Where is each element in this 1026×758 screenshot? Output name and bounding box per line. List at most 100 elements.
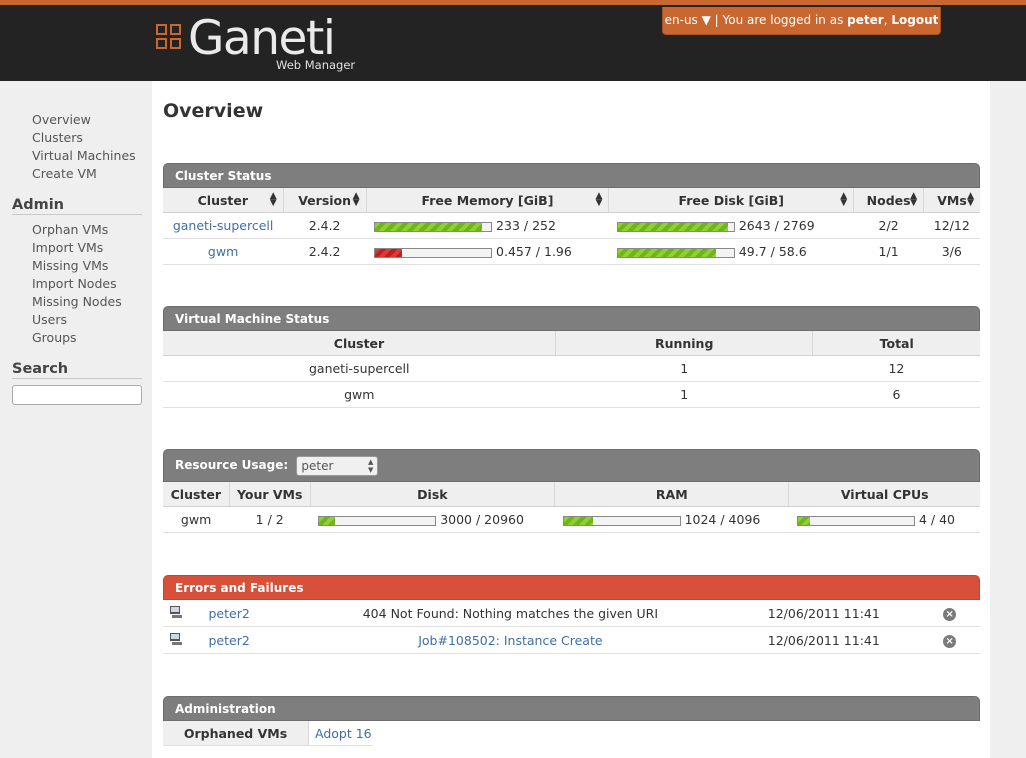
col-version[interactable]: Version ▲ ▼: [283, 188, 367, 213]
disk-bar: [616, 221, 735, 232]
col-free-disk[interactable]: Free Disk [GiB] ▲ ▼: [608, 188, 855, 213]
errors-panel: Errors and Failures peter2 404 Not Found…: [163, 575, 980, 654]
job-link[interactable]: Job#108502: Instance Create: [418, 633, 602, 648]
logged-in-text: | You are logged in as: [714, 13, 844, 27]
version-cell: 2.4.2: [283, 212, 367, 239]
col-your-vms: Your VMs: [229, 482, 311, 507]
table-row: peter2 404 Not Found: Nothing matches th…: [163, 600, 980, 627]
col-cluster[interactable]: Cluster ▲ ▼: [163, 188, 284, 213]
dismiss-error-icon[interactable]: ×: [943, 608, 957, 621]
disk-cell: 3000 / 20960: [310, 506, 555, 533]
search-heading: Search: [12, 361, 142, 379]
col-cluster: Cluster: [163, 482, 230, 507]
nav-orphan-vms[interactable]: Orphan VMs: [32, 222, 108, 237]
resource-usage-title: Resource Usage:: [175, 458, 289, 472]
sort-icon[interactable]: ▲ ▼: [270, 192, 277, 208]
vms-cell: 12/12: [923, 212, 980, 239]
sort-icon[interactable]: ▲ ▼: [967, 192, 974, 208]
logo-subtitle: Web Manager: [276, 58, 356, 72]
nav-import-vms[interactable]: Import VMs: [32, 240, 103, 255]
table-row: Orphaned VMs Adopt 16: [163, 721, 373, 746]
dismiss-error-icon[interactable]: ×: [943, 635, 957, 648]
total-cell: 12: [812, 355, 980, 382]
col-cluster: Cluster: [163, 331, 556, 356]
col-ram: RAM: [554, 482, 790, 507]
vm-status-panel: Virtual Machine Status Cluster Running T…: [163, 306, 980, 408]
nav-users[interactable]: Users: [32, 312, 67, 327]
cluster-link[interactable]: ganeti-supercell: [173, 218, 274, 233]
resource-usage-table: Cluster Your VMs Disk RAM Virtual CPUs g…: [163, 482, 980, 533]
username: peter: [847, 13, 884, 27]
nav-missing-vms[interactable]: Missing VMs: [32, 258, 108, 273]
col-free-memory[interactable]: Free Memory [GiB] ▲ ▼: [366, 188, 610, 213]
memory-cell: 0.457 / 1.96: [366, 238, 609, 265]
disk-cell: 49.7 / 58.6: [608, 238, 854, 265]
error-time: 12/06/2011 11:41: [728, 600, 920, 627]
total-cell: 6: [812, 381, 980, 408]
disk-bar: [616, 247, 735, 258]
your-vms-cell: 1 / 2: [229, 506, 311, 533]
nav-clusters[interactable]: Clusters: [32, 130, 83, 145]
col-total: Total: [812, 331, 980, 356]
ganeti-logo-icon[interactable]: [156, 24, 184, 52]
search-input[interactable]: [12, 385, 142, 405]
table-row: peter2 Job#108502: Instance Create 12/06…: [163, 626, 980, 654]
vm-status-title: Virtual Machine Status: [163, 306, 980, 331]
vm-status-table: Cluster Running Total ganeti-supercell 1…: [163, 331, 980, 408]
error-message: 404 Not Found: Nothing matches the given…: [292, 600, 729, 627]
col-vms[interactable]: VMs ▲ ▼: [923, 188, 980, 213]
user-select[interactable]: peter ▲ ▼: [296, 455, 379, 476]
errors-title: Errors and Failures: [163, 575, 980, 600]
table-row: ganeti-supercell 2.4.2 233 / 252 2643 / …: [163, 212, 980, 239]
nav-virtual-machines[interactable]: Virtual Machines: [32, 148, 136, 163]
admin-heading: Admin: [12, 197, 142, 215]
col-disk: Disk: [310, 482, 556, 507]
version-cell: 2.4.2: [283, 238, 367, 265]
cluster-status-table: Cluster ▲ ▼ Version ▲ ▼ Free Memory [GiB] ▲ ▼ …: [163, 188, 980, 265]
nav-groups[interactable]: Groups: [32, 330, 77, 345]
cluster-link[interactable]: gwm: [208, 244, 238, 259]
table-row: ganeti-supercell 1 12: [163, 355, 980, 382]
administration-title: Administration: [163, 696, 980, 721]
running-cell: 1: [555, 355, 813, 382]
cluster-cell: gwm: [163, 381, 556, 408]
col-running: Running: [555, 331, 814, 356]
memory-bar: [374, 221, 493, 232]
sort-icon[interactable]: ▲ ▼: [353, 192, 360, 208]
cluster-status-panel: Cluster Status Cluster ▲ ▼ Version ▲ ▼ Free …: [163, 163, 980, 265]
ram-bar: [562, 515, 681, 526]
col-nodes[interactable]: Nodes ▲ ▼: [853, 188, 925, 213]
memory-bar: [374, 247, 493, 258]
nav-create-vm[interactable]: Create VM: [32, 166, 97, 181]
page-title: Overview: [163, 100, 264, 122]
orphaned-vms-label: Orphaned VMs: [163, 721, 309, 746]
adopt-link[interactable]: Adopt 16: [315, 726, 372, 741]
cluster-cell: gwm: [163, 506, 230, 533]
table-row: gwm 1 6: [163, 381, 980, 408]
disk-bar: [318, 515, 437, 526]
select-arrows-icon: ▲ ▼: [367, 457, 374, 474]
nav-overview[interactable]: Overview: [32, 112, 91, 127]
col-virtual-cpus: Virtual CPUs: [788, 482, 980, 507]
logout-link[interactable]: Logout: [891, 13, 938, 27]
sidebar: [0, 81, 152, 758]
running-cell: 1: [555, 381, 813, 408]
error-object-link[interactable]: peter2: [208, 633, 249, 648]
errors-table: peter2 404 Not Found: Nothing matches th…: [163, 600, 980, 654]
memory-cell: 233 / 252: [366, 212, 609, 239]
nav-missing-nodes[interactable]: Missing Nodes: [32, 294, 122, 309]
header-bar: Ganeti Web Manager en-us ▼ | You are log…: [0, 0, 1026, 81]
vms-cell: 3/6: [923, 238, 980, 265]
sort-icon[interactable]: ▲ ▼: [840, 192, 847, 208]
cluster-status-title: Cluster Status: [163, 163, 980, 188]
nav-import-nodes[interactable]: Import Nodes: [32, 276, 117, 291]
sort-icon[interactable]: ▲ ▼: [595, 192, 602, 208]
nodes-cell: 1/1: [853, 238, 924, 265]
error-object-link[interactable]: peter2: [208, 606, 249, 621]
table-row: gwm 2.4.2 0.457 / 1.96 49.7 / 58.6 1/1 3…: [163, 238, 980, 265]
vm-computer-icon: [169, 632, 183, 645]
language-dropdown[interactable]: en-us ▼: [665, 13, 711, 27]
ram-cell: 1024 / 4096: [554, 506, 789, 533]
sort-icon[interactable]: ▲ ▼: [910, 192, 917, 208]
user-bar: en-us ▼ | You are logged in as peter, Lo…: [662, 7, 941, 35]
